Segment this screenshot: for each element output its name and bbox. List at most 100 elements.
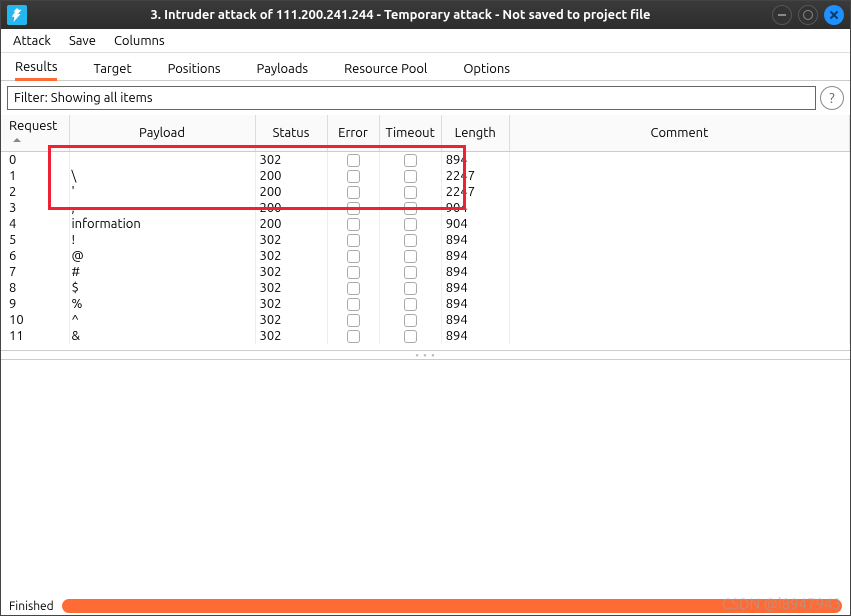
table-row[interactable]: 3,200904 <box>1 200 850 216</box>
cell-status: 302 <box>255 248 327 264</box>
cell-status: 200 <box>255 184 327 200</box>
table-row[interactable]: 6@302894 <box>1 248 850 264</box>
tab-results[interactable]: Results <box>15 60 57 81</box>
col-header-request[interactable]: Request <box>1 115 69 152</box>
table-row[interactable]: 4information200904 <box>1 216 850 232</box>
window: 3. Intruder attack of 111.200.241.244 - … <box>0 0 851 616</box>
table-row[interactable]: 2'2002247 <box>1 184 850 200</box>
cell-length: 894 <box>441 152 509 169</box>
window-title: 3. Intruder attack of 111.200.241.244 - … <box>35 8 766 22</box>
cell-payload <box>69 152 255 169</box>
minimize-button[interactable] <box>772 5 792 25</box>
col-header-payload[interactable]: Payload <box>69 115 255 152</box>
menu-attack[interactable]: Attack <box>13 34 51 48</box>
cell-timeout <box>379 264 441 280</box>
checkbox-icon <box>347 186 360 199</box>
cell-comment <box>509 264 849 280</box>
close-button[interactable] <box>824 5 844 25</box>
titlebar: 3. Intruder attack of 111.200.241.244 - … <box>1 1 850 29</box>
progress-bar <box>62 599 842 613</box>
cell-error <box>327 328 379 344</box>
table-row[interactable]: 9%302894 <box>1 296 850 312</box>
col-header-comment[interactable]: Comment <box>509 115 849 152</box>
cell-payload: @ <box>69 248 255 264</box>
tab-resource-pool[interactable]: Resource Pool <box>344 62 427 80</box>
table-row[interactable]: 8$302894 <box>1 280 850 296</box>
table-row[interactable]: 1\2002247 <box>1 168 850 184</box>
cell-length: 894 <box>441 232 509 248</box>
cell-error <box>327 152 379 169</box>
tab-target[interactable]: Target <box>93 62 131 80</box>
checkbox-icon <box>404 314 417 327</box>
cell-error <box>327 296 379 312</box>
checkbox-icon <box>404 154 417 167</box>
detail-pane <box>1 359 850 597</box>
cell-payload: ! <box>69 232 255 248</box>
col-header-status[interactable]: Status <box>255 115 327 152</box>
table-row[interactable]: 0302894 <box>1 152 850 169</box>
table-header-row: Request Payload Status Error Timeout Len… <box>1 115 850 152</box>
cell-status: 302 <box>255 232 327 248</box>
cell-error <box>327 312 379 328</box>
cell-comment <box>509 200 849 216</box>
splitter-handle[interactable]: • • • <box>1 351 850 359</box>
cell-length: 894 <box>441 296 509 312</box>
table-row[interactable]: 5!302894 <box>1 232 850 248</box>
cell-timeout <box>379 184 441 200</box>
table-row[interactable]: 7#302894 <box>1 264 850 280</box>
cell-comment <box>509 248 849 264</box>
cell-comment <box>509 312 849 328</box>
cell-status: 200 <box>255 216 327 232</box>
maximize-button[interactable] <box>798 5 818 25</box>
checkbox-icon <box>347 266 360 279</box>
checkbox-icon <box>404 282 417 295</box>
checkbox-icon <box>404 330 417 343</box>
tab-payloads[interactable]: Payloads <box>257 62 309 80</box>
cell-length: 2247 <box>441 184 509 200</box>
cell-timeout <box>379 200 441 216</box>
checkbox-icon <box>347 202 360 215</box>
cell-payload: \ <box>69 168 255 184</box>
tab-options[interactable]: Options <box>463 62 510 80</box>
cell-timeout <box>379 280 441 296</box>
col-header-timeout[interactable]: Timeout <box>379 115 441 152</box>
statusbar: Finished <box>1 597 850 615</box>
cell-status: 200 <box>255 200 327 216</box>
cell-comment <box>509 296 849 312</box>
filter-input[interactable]: Filter: Showing all items <box>7 86 816 110</box>
cell-request: 6 <box>1 248 69 264</box>
cell-payload: $ <box>69 280 255 296</box>
cell-length: 894 <box>441 312 509 328</box>
cell-request: 3 <box>1 200 69 216</box>
tabbar: Results Target Positions Payloads Resour… <box>1 53 850 81</box>
checkbox-icon <box>347 250 360 263</box>
cell-request: 11 <box>1 328 69 344</box>
cell-payload: ' <box>69 184 255 200</box>
cell-status: 302 <box>255 264 327 280</box>
cell-request: 4 <box>1 216 69 232</box>
checkbox-icon <box>404 218 417 231</box>
cell-status: 302 <box>255 312 327 328</box>
cell-comment <box>509 184 849 200</box>
cell-comment <box>509 280 849 296</box>
menu-save[interactable]: Save <box>69 34 96 48</box>
table-row[interactable]: 10^302894 <box>1 312 850 328</box>
col-header-error[interactable]: Error <box>327 115 379 152</box>
checkbox-icon <box>404 234 417 247</box>
col-header-length[interactable]: Length <box>441 115 509 152</box>
checkbox-icon <box>347 330 360 343</box>
checkbox-icon <box>347 234 360 247</box>
cell-error <box>327 264 379 280</box>
table-row[interactable]: 11&302894 <box>1 328 850 344</box>
checkbox-icon <box>404 250 417 263</box>
cell-status: 302 <box>255 152 327 169</box>
help-button[interactable]: ? <box>820 86 844 110</box>
tab-positions[interactable]: Positions <box>168 62 221 80</box>
checkbox-icon <box>404 266 417 279</box>
cell-length: 2247 <box>441 168 509 184</box>
cell-length: 894 <box>441 280 509 296</box>
checkbox-icon <box>347 218 360 231</box>
checkbox-icon <box>347 154 360 167</box>
cell-comment <box>509 216 849 232</box>
menu-columns[interactable]: Columns <box>114 34 165 48</box>
